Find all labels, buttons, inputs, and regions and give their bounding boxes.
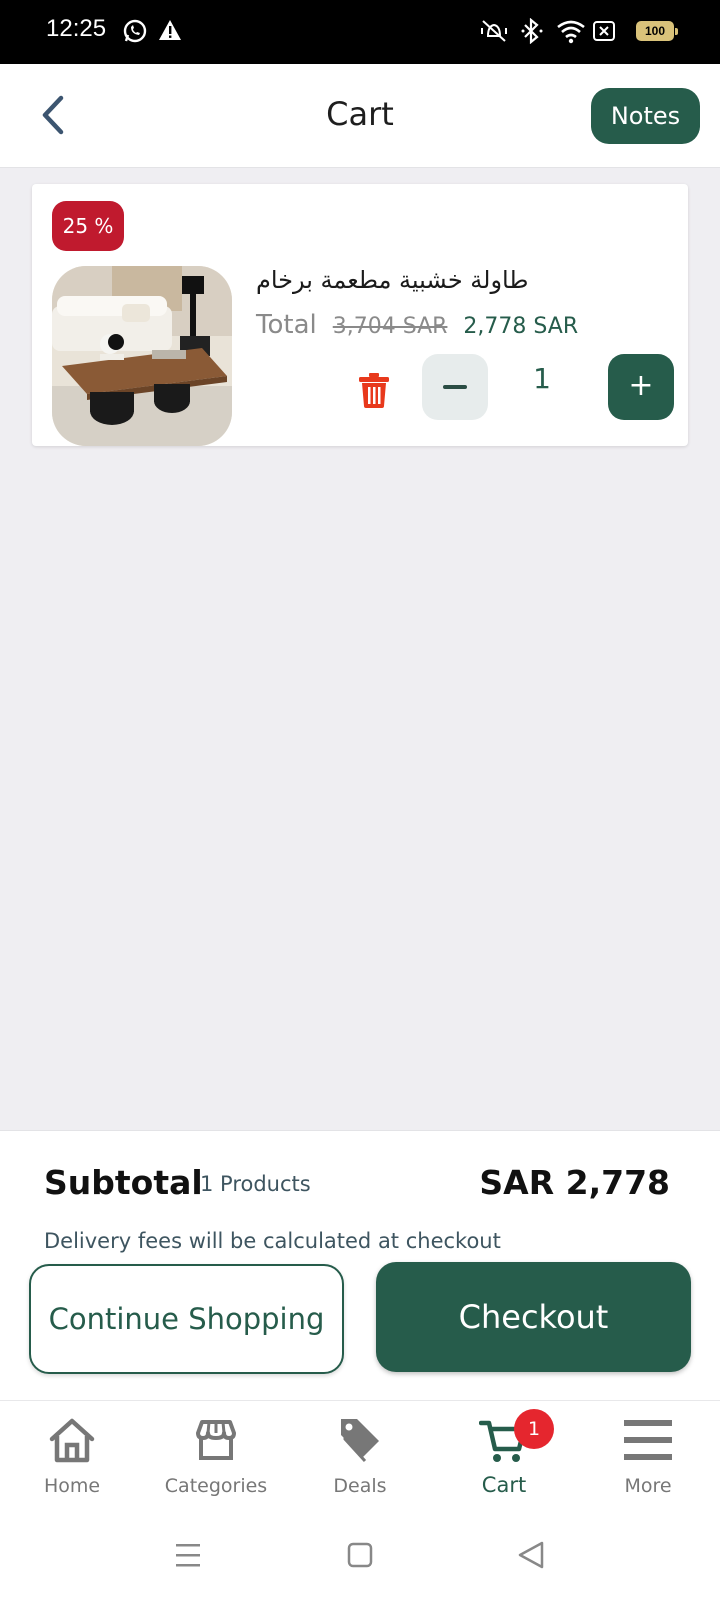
total-label: Total xyxy=(256,310,317,340)
increase-quantity-button[interactable]: + xyxy=(608,354,674,420)
status-time: 12:25 xyxy=(46,15,107,42)
notes-button[interactable]: Notes xyxy=(591,88,700,144)
nav-item-cart[interactable]: 1 Cart xyxy=(432,1401,576,1513)
nav-item-more[interactable]: More xyxy=(576,1401,720,1513)
decrease-quantity-button[interactable] xyxy=(422,354,488,420)
nav-item-deals[interactable]: Deals xyxy=(288,1401,432,1513)
checkout-button[interactable]: Checkout xyxy=(376,1262,691,1372)
product-image[interactable] xyxy=(52,266,232,446)
warning-icon xyxy=(159,20,181,40)
home-icon xyxy=(49,1418,95,1463)
bluetooth-icon xyxy=(521,18,543,44)
whatsapp-icon xyxy=(123,19,147,43)
wifi-icon xyxy=(557,20,585,44)
nav-item-home[interactable]: Home xyxy=(0,1401,144,1513)
home-system-icon[interactable] xyxy=(340,1538,380,1574)
product-name: طاولة خشبية مطعمة برخام xyxy=(256,266,529,294)
discount-badge: 25 % xyxy=(52,201,124,251)
cart-count-badge: 1 xyxy=(514,1409,554,1449)
nav-label-more: More xyxy=(624,1475,672,1497)
recent-apps-icon[interactable] xyxy=(168,1538,208,1574)
delivery-note: Delivery fees will be calculated at chec… xyxy=(44,1229,501,1253)
products-count: 1 Products xyxy=(200,1172,311,1196)
price-row: Total 3,704 SAR 2,778 SAR xyxy=(256,310,578,340)
summary-panel: Subtotal 1 Products SAR 2,778 Delivery f… xyxy=(0,1130,720,1400)
subtotal-label: Subtotal xyxy=(44,1163,203,1202)
old-price: 3,704 SAR xyxy=(332,314,448,339)
nav-label-home: Home xyxy=(43,1475,101,1497)
app-header: Cart Notes xyxy=(0,64,720,168)
bottom-nav: Home Categories Deals 1 Cart More xyxy=(0,1400,720,1512)
status-bar: 12:25 100 xyxy=(0,0,720,64)
new-price: 2,778 SAR xyxy=(463,314,579,339)
sim-off-icon xyxy=(593,21,615,41)
nav-item-categories[interactable]: Categories xyxy=(144,1401,288,1513)
store-icon xyxy=(196,1420,236,1460)
continue-shopping-button[interactable]: Continue Shopping xyxy=(29,1264,344,1374)
back-button[interactable] xyxy=(30,90,80,140)
tag-icon xyxy=(341,1419,379,1463)
back-system-icon[interactable] xyxy=(512,1538,552,1574)
nav-label-cart: Cart xyxy=(481,1473,527,1497)
coffee-table-image xyxy=(52,266,232,446)
mute-vibrate-icon xyxy=(481,20,507,42)
delete-item-button[interactable] xyxy=(354,370,394,410)
chevron-left-icon xyxy=(42,95,64,135)
trash-icon xyxy=(359,373,389,408)
cart-item-card: 25 % طاولة خشبية مطعمة برخام Total 3,704… xyxy=(32,184,688,446)
quantity-value: 1 xyxy=(533,362,551,395)
subtotal-amount: SAR 2,778 xyxy=(479,1163,670,1202)
system-nav-bar xyxy=(0,1512,720,1600)
menu-icon xyxy=(624,1420,672,1460)
nav-label-categories: Categories xyxy=(164,1475,268,1497)
battery-icon: 100 xyxy=(636,21,678,41)
nav-label-deals: Deals xyxy=(333,1475,387,1497)
